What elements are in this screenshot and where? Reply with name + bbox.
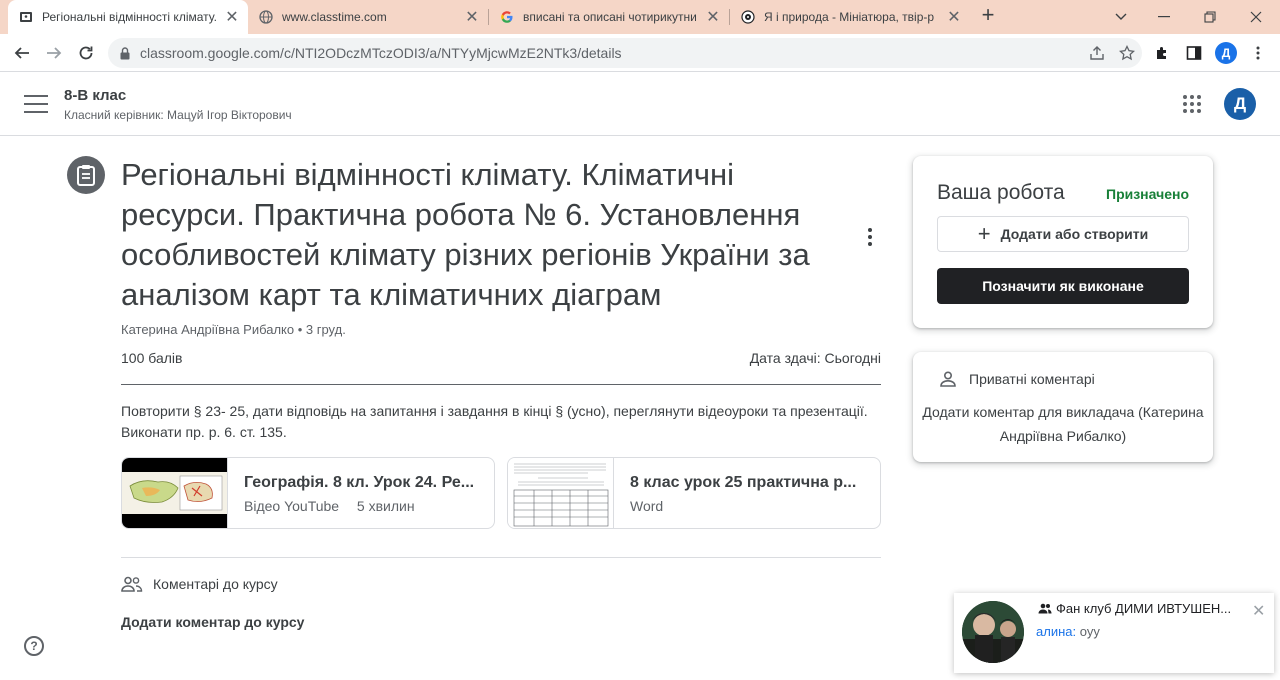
address-bar[interactable]: classroom.google.com/c/NTI2ODczMTczODI3/… — [108, 38, 1142, 68]
google-icon — [499, 9, 515, 25]
close-icon[interactable]: ✕ — [1252, 601, 1265, 621]
google-apps-icon[interactable] — [1183, 95, 1201, 113]
notification-message: алина: оуу — [1036, 624, 1100, 639]
extensions-puzzle-icon[interactable] — [1148, 39, 1176, 67]
close-tab-icon[interactable]: ✕ — [703, 7, 723, 27]
tab-title: Я і природа - Мініатюра, твір-р — [764, 10, 935, 24]
eye-logo-icon — [740, 9, 756, 25]
notification-title-text: Фан клуб ДИМИ ИВТУШЕН... — [1056, 601, 1232, 616]
close-tab-icon[interactable]: ✕ — [462, 7, 482, 27]
tab-classroom[interactable]: Регіональні відмінності клімату. ✕ — [8, 0, 248, 34]
your-work-title: Ваша робота — [937, 181, 1065, 204]
close-tab-icon[interactable]: ✕ — [222, 7, 242, 27]
chat-notification[interactable]: Фан клуб ДИМИ ИВТУШЕН... алина: оуу ✕ — [954, 593, 1274, 673]
notification-sender: алина: — [1036, 624, 1077, 639]
divider — [121, 384, 881, 385]
side-panel-icon[interactable] — [1180, 39, 1208, 67]
add-class-comment-button[interactable]: Додати коментар до курсу — [121, 614, 304, 630]
tab-google-search[interactable]: вписані та описані чотирикутни ✕ — [489, 0, 729, 34]
forward-arrow-icon[interactable] — [40, 39, 68, 67]
your-work-card: Ваша робота Призначено + Додати або ство… — [913, 156, 1213, 328]
class-comments-label: Коментарі до курсу — [153, 576, 278, 592]
assignment-points: 100 балів — [121, 350, 183, 366]
browser-tab-strip: Регіональні відмінності клімату. ✕ www.c… — [0, 0, 1280, 34]
person-icon — [940, 371, 956, 387]
attachment-word-document[interactable]: 8 клас урок 25 практична р... Word — [507, 457, 881, 529]
attachment-type: Word — [630, 498, 664, 514]
attachment-title: Географія. 8 кл. Урок 24. Ре... — [244, 474, 475, 491]
reload-icon[interactable] — [72, 39, 100, 67]
people-icon — [121, 576, 143, 592]
notification-text: оуу — [1079, 624, 1100, 639]
class-comments-heading: Коментарі до курсу — [121, 576, 278, 592]
assignment-author: Катерина Андріївна Рибалко • 3 груд. — [121, 322, 346, 337]
class-teacher: Класний керівник: Мацуй Ігор Вікторович — [64, 108, 292, 122]
assignment-due-date: Дата здачі: Сьогодні — [749, 350, 881, 366]
url-text: classroom.google.com/c/NTI2ODczMTczODI3/… — [140, 45, 622, 61]
minimize-icon[interactable] — [1141, 0, 1187, 34]
divider — [121, 557, 881, 558]
browser-toolbar: classroom.google.com/c/NTI2ODczMTczODI3/… — [0, 34, 1280, 72]
classroom-icon — [18, 9, 34, 25]
attachment-youtube-video[interactable]: Географія. 8 кл. Урок 24. Ре... Відео Yo… — [121, 457, 495, 529]
restore-icon[interactable] — [1187, 0, 1233, 34]
class-name[interactable]: 8-В клас — [64, 87, 126, 104]
add-or-create-label: Додати або створити — [1000, 226, 1149, 242]
assignment-icon — [67, 156, 105, 194]
chevron-down-icon[interactable] — [1098, 0, 1144, 34]
tab-title: Регіональні відмінності клімату. — [42, 10, 217, 24]
attachment-duration: 5 хвилин — [356, 498, 415, 514]
lock-icon[interactable] — [120, 46, 130, 60]
group-icon — [1038, 603, 1052, 614]
private-comments-card: Приватні коментарі Додати коментар для в… — [913, 352, 1213, 462]
browser-menu-icon[interactable] — [1244, 39, 1272, 67]
back-arrow-icon[interactable] — [8, 39, 36, 67]
browser-profile-avatar[interactable]: Д — [1215, 42, 1237, 64]
document-thumbnail — [508, 458, 614, 528]
attachment-type: Відео YouTube — [244, 498, 340, 514]
tab-classtime[interactable]: www.classtime.com ✕ — [248, 0, 488, 34]
add-private-comment-button[interactable]: Додати коментар для викладача (Катерина … — [913, 400, 1213, 448]
private-comments-heading: Приватні коментарі — [939, 371, 1095, 387]
private-comments-label: Приватні коментарі — [969, 371, 1095, 387]
tab-essay-site[interactable]: Я і природа - Мініатюра, твір-р ✕ — [730, 0, 970, 34]
assignment-description: Повторити § 23- 25, дати відповідь на за… — [121, 403, 868, 440]
close-window-icon[interactable] — [1233, 0, 1279, 34]
new-tab-button[interactable]: + — [976, 4, 1000, 28]
attachment-title: 8 клас урок 25 практична р... — [630, 474, 857, 491]
mark-as-done-button[interactable]: Позначити як виконане — [937, 268, 1189, 304]
share-icon[interactable] — [1082, 45, 1112, 61]
group-avatar — [962, 601, 1024, 663]
tab-title: www.classtime.com — [282, 10, 387, 24]
account-avatar[interactable]: Д — [1224, 88, 1256, 120]
add-or-create-button[interactable]: + Додати або створити — [937, 216, 1189, 252]
tab-title: вписані та описані чотирикутни — [523, 10, 697, 24]
status-badge: Призначено — [1106, 186, 1189, 202]
close-tab-icon[interactable]: ✕ — [944, 7, 964, 27]
classroom-header: 8-В клас Класний керівник: Мацуй Ігор Ві… — [0, 72, 1280, 136]
bookmark-star-icon[interactable] — [1112, 45, 1142, 61]
more-options-icon[interactable] — [858, 225, 882, 249]
main-menu-icon[interactable] — [22, 92, 50, 116]
assignment-title: Регіональні відмінності клімату. Клімати… — [121, 157, 810, 312]
globe-icon — [258, 9, 274, 25]
plus-icon: + — [977, 221, 991, 246]
video-thumbnail — [122, 458, 228, 528]
notification-title: Фан клуб ДИМИ ИВТУШЕН... — [1038, 601, 1248, 616]
help-icon[interactable]: ? — [24, 636, 44, 656]
